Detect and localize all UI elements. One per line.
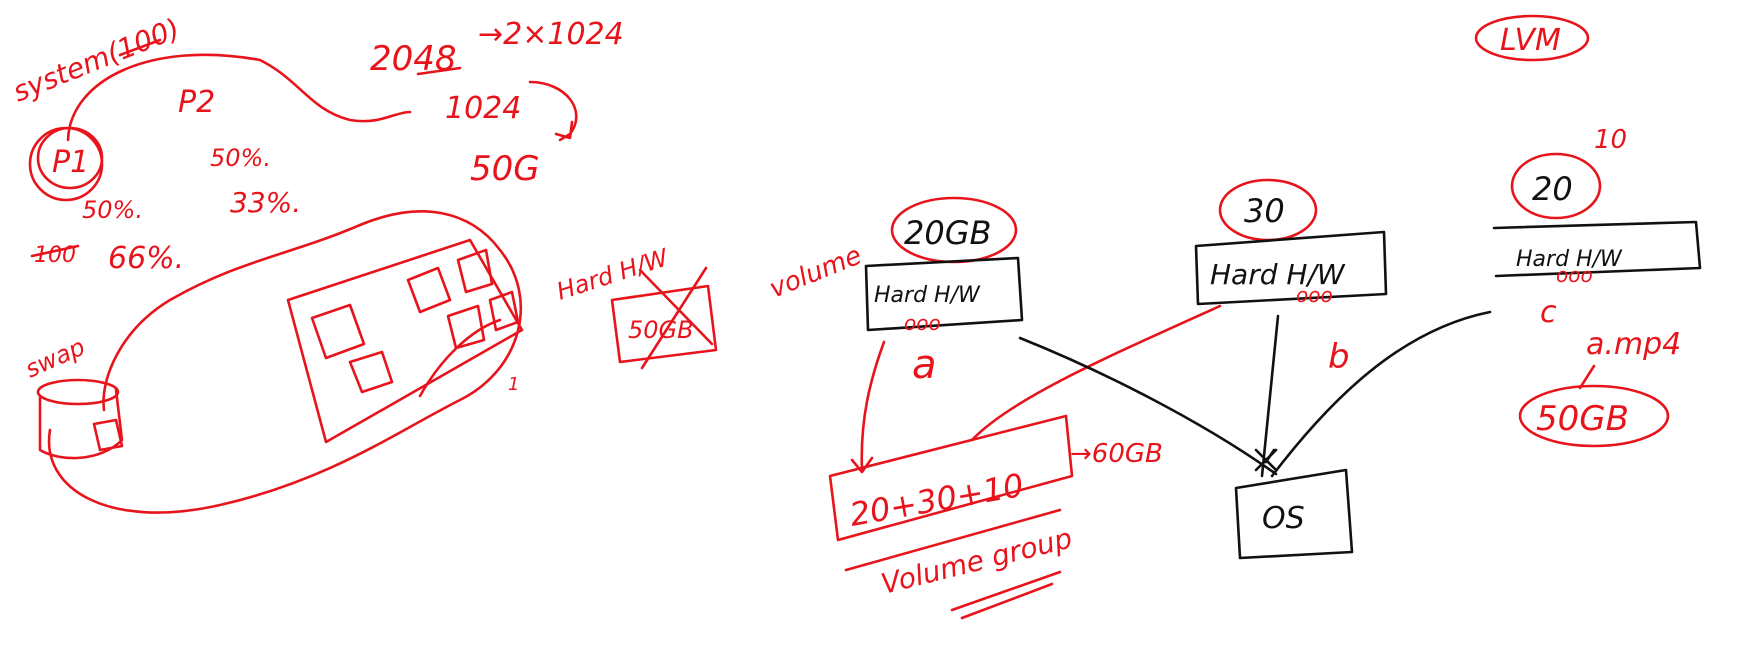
swap-page xyxy=(92,418,124,452)
volume-label: volume xyxy=(765,241,866,305)
link-vg-to-disk-b xyxy=(970,304,1222,442)
swap-cylinder-top xyxy=(36,378,120,406)
left-diagram: system(100) P1 50%. 100 66%. P2 50%. 33%… xyxy=(8,12,718,514)
calc-b: →2×1024 xyxy=(478,17,624,52)
p1-label: P1 xyxy=(52,145,89,180)
disk-b-letter: b xyxy=(1328,337,1350,377)
whiteboard-canvas: system(100) P1 50%. 100 66%. P2 50%. 33%… xyxy=(8,12,1702,620)
disk-a-label: Hard H/W xyxy=(874,283,981,308)
disk-c-dots: ooo xyxy=(1556,263,1593,287)
memory-page-1 xyxy=(310,303,366,360)
hdd-label: Hard H/W xyxy=(553,243,673,306)
p2-pct-b: 33%. xyxy=(230,186,301,219)
vg-total: →60GB xyxy=(1070,439,1163,469)
disk-a-letter: a xyxy=(912,342,937,388)
right-diagram: LVM volume 20GB Hard H/W ooo a 30 Hard H… xyxy=(765,14,1702,620)
vg-sum: 20+30+10 xyxy=(847,466,1027,534)
swap-label: swap xyxy=(21,333,89,384)
calc-arrow xyxy=(528,80,578,142)
disk-c-letter: c xyxy=(1540,295,1557,330)
link-disk-a-to-vg xyxy=(850,340,886,474)
p2-pct-a: 50%. xyxy=(210,144,271,172)
calc-a: 2048 xyxy=(370,39,457,79)
file-label: a.mp4 xyxy=(1586,327,1681,362)
file-pointer xyxy=(1578,364,1596,390)
memory-page-4 xyxy=(348,350,394,394)
file-size: 50GB xyxy=(1536,399,1629,439)
calc-c: 1024 xyxy=(445,91,521,126)
disk-a-dots: ooo xyxy=(904,311,941,335)
calc-d: 50G xyxy=(470,149,540,189)
p1-pct-a: 50%. xyxy=(82,196,143,224)
p1-pct-c: 66%. xyxy=(108,241,184,276)
os-label: OS xyxy=(1262,501,1305,536)
disk-a-size: 20GB xyxy=(904,214,991,252)
disk-b-size: 30 xyxy=(1244,192,1285,230)
disk-c-note: 10 xyxy=(1594,125,1627,155)
lvm-title: LVM xyxy=(1500,23,1561,58)
link-disk-c-to-os xyxy=(1270,310,1492,478)
disk-c-size: 20 xyxy=(1532,170,1573,208)
memory-page-5 xyxy=(446,304,486,350)
memory-panel xyxy=(286,238,524,444)
page-mark: 1 xyxy=(508,374,519,395)
disk-b-dots: ooo xyxy=(1296,283,1333,307)
memory-page-2 xyxy=(406,266,452,314)
p2-label: P2 xyxy=(178,85,215,120)
memory-flow xyxy=(418,318,502,398)
